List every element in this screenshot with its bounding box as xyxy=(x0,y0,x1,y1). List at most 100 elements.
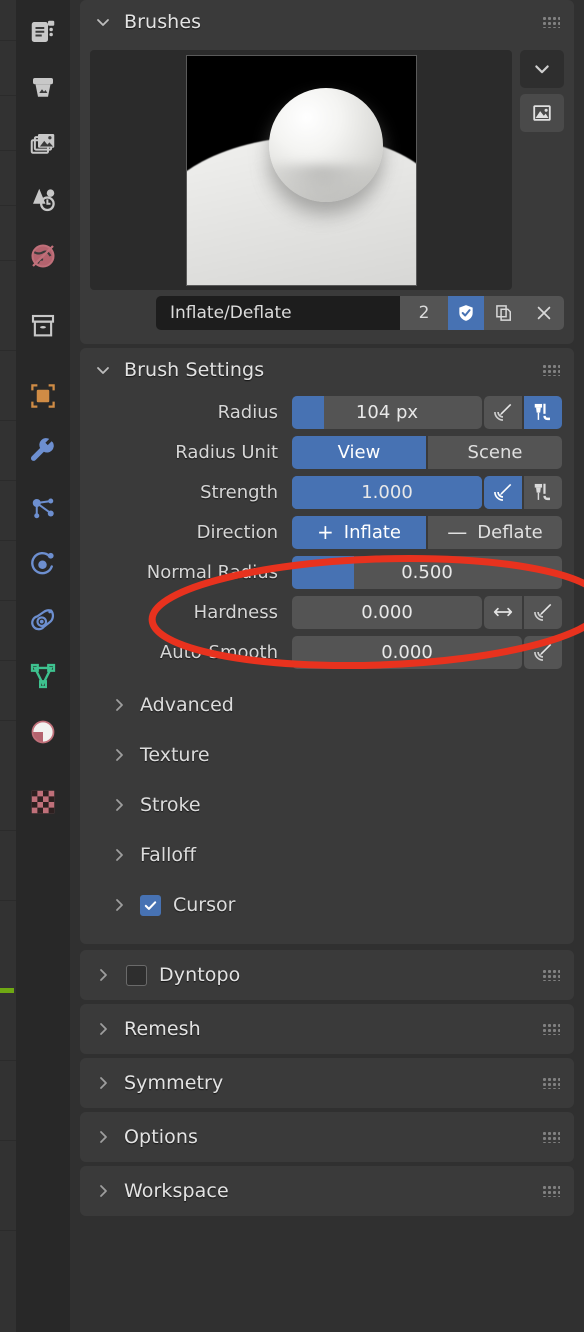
panel-remesh-header[interactable]: Remesh xyxy=(80,1004,574,1054)
hardness-value: 0.000 xyxy=(361,601,413,623)
arrows-horizontal-icon xyxy=(493,607,513,617)
auto-smooth-pressure-button[interactable] xyxy=(524,635,562,669)
sidebar-item-scene[interactable] xyxy=(16,228,70,284)
properties-tab-rail[interactable] xyxy=(16,0,70,1332)
hardness-pressure-button[interactable] xyxy=(524,595,562,629)
sidebar-item-modifier[interactable] xyxy=(16,424,70,480)
strength-slider[interactable]: 1.000 xyxy=(292,475,482,509)
direction-label: Direction xyxy=(196,521,278,543)
normal-radius-label: Normal Radius xyxy=(146,561,278,583)
brush-preview-side-buttons xyxy=(520,50,564,290)
radius-pressure-button[interactable] xyxy=(484,395,522,429)
normal-radius-slider[interactable]: 0.500 xyxy=(292,555,562,589)
sidebar-item-physics[interactable] xyxy=(16,536,70,592)
preview-image-button[interactable] xyxy=(520,94,564,132)
sidebar-item-object-data[interactable] xyxy=(16,648,70,704)
object-square-brackets-icon xyxy=(31,384,55,408)
panel-brushes-title: Brushes xyxy=(124,11,202,33)
strength-value: 1.000 xyxy=(361,481,413,503)
radius-slider[interactable]: 104 px xyxy=(292,395,482,429)
chevron-down-icon xyxy=(92,359,114,381)
sidebar-item-output[interactable] xyxy=(16,116,70,172)
subsection-falloff-label: Falloff xyxy=(140,844,197,866)
panel-brushes-header[interactable]: Brushes xyxy=(80,0,574,44)
panel-grip-icon[interactable] xyxy=(542,1023,560,1035)
panel-grip-icon[interactable] xyxy=(542,1185,560,1197)
sidebar-item-collection[interactable] xyxy=(16,298,70,354)
sidebar-item-material[interactable] xyxy=(16,704,70,760)
panel-grip-icon[interactable] xyxy=(542,16,560,28)
subsection-texture[interactable]: Texture xyxy=(80,730,574,780)
subsection-stroke[interactable]: Stroke xyxy=(80,780,574,830)
preview-dropdown-button[interactable] xyxy=(520,50,564,88)
texture-checker-icon xyxy=(31,790,55,814)
brush-id-row: Inflate/Deflate 2 xyxy=(156,296,564,330)
subsection-texture-label: Texture xyxy=(140,744,210,766)
chevron-right-icon xyxy=(92,1072,114,1094)
world-globe-icon xyxy=(31,244,55,268)
direction-inflate-label: Inflate xyxy=(343,521,401,543)
panel-grip-icon[interactable] xyxy=(542,969,560,981)
brush-preview-row xyxy=(80,44,574,290)
panel-symmetry-title: Symmetry xyxy=(124,1072,224,1094)
panel-symmetry-header[interactable]: Symmetry xyxy=(80,1058,574,1108)
chevron-right-icon xyxy=(92,964,114,986)
hardness-distance-button[interactable] xyxy=(484,595,522,629)
subsection-cursor[interactable]: Cursor xyxy=(80,880,574,930)
panel-grip-icon[interactable] xyxy=(542,364,560,376)
chevron-right-icon xyxy=(108,794,130,816)
images-stack-icon xyxy=(30,134,55,154)
chevron-right-icon xyxy=(92,1180,114,1202)
unlink-brush-button[interactable] xyxy=(524,296,564,330)
subsection-advanced[interactable]: Advanced xyxy=(80,680,574,730)
strength-unified-button[interactable] xyxy=(524,475,562,509)
chevron-down-icon xyxy=(535,65,549,74)
strength-pressure-button[interactable] xyxy=(484,475,522,509)
brush-name-field[interactable]: Inflate/Deflate xyxy=(156,296,400,330)
radius-unit-pressure-button[interactable] xyxy=(524,395,562,429)
strength-label: Strength xyxy=(200,481,278,503)
copy-icon xyxy=(496,305,511,321)
direction-deflate-label: Deflate xyxy=(477,521,543,543)
panel-grip-icon[interactable] xyxy=(542,1131,560,1143)
chevron-right-icon xyxy=(92,1126,114,1148)
panel-grip-icon[interactable] xyxy=(542,1077,560,1089)
plus-icon: + xyxy=(317,520,334,544)
radius-unit-scene-button[interactable]: Scene xyxy=(428,435,562,469)
row-radius: Radius 104 px xyxy=(92,394,562,430)
panel-brushes: Brushes Inflate/Deflate 2 xyxy=(80,0,574,344)
edge-marker-green xyxy=(0,988,14,993)
panel-dyntopo-header[interactable]: Dyntopo xyxy=(80,950,574,1000)
direction-deflate-button[interactable]: — Deflate xyxy=(428,515,562,549)
chevron-right-icon xyxy=(108,844,130,866)
sidebar-item-render[interactable] xyxy=(16,60,70,116)
sidebar-item-particles[interactable] xyxy=(16,480,70,536)
subsection-falloff[interactable]: Falloff xyxy=(80,830,574,880)
dyntopo-checkbox[interactable] xyxy=(126,964,147,986)
panel-brush-settings-header[interactable]: Brush Settings xyxy=(80,348,574,392)
panel-options-header[interactable]: Options xyxy=(80,1112,574,1162)
hardness-slider[interactable]: 0.000 xyxy=(292,595,482,629)
radius-label: Radius xyxy=(217,401,278,423)
cursor-checkbox[interactable] xyxy=(140,894,161,916)
sidebar-item-object[interactable] xyxy=(16,368,70,424)
auto-smooth-slider[interactable]: 0.000 xyxy=(292,635,522,669)
fake-user-shield-button[interactable] xyxy=(448,296,484,330)
brush-preview[interactable] xyxy=(90,50,512,290)
sidebar-item-texture[interactable] xyxy=(16,774,70,830)
image-icon xyxy=(533,105,551,121)
panel-workspace-header[interactable]: Workspace xyxy=(80,1166,574,1216)
duplicate-brush-button[interactable] xyxy=(484,296,524,330)
direction-inflate-button[interactable]: + Inflate xyxy=(292,515,426,549)
sidebar-item-constraints[interactable] xyxy=(16,592,70,648)
sidebar-item-tool[interactable] xyxy=(16,4,70,60)
sidebar-item-view-layer[interactable] xyxy=(16,172,70,228)
panel-brush-settings: Brush Settings Radius 104 px Radius Unit… xyxy=(80,348,574,944)
rail-divider-3 xyxy=(16,760,70,774)
material-sphere-icon xyxy=(31,720,55,744)
radius-unit-view-button[interactable]: View xyxy=(292,435,426,469)
brush-users-count[interactable]: 2 xyxy=(400,296,448,330)
normal-radius-value: 0.500 xyxy=(401,561,453,583)
hardness-label: Hardness xyxy=(193,601,278,623)
subsection-cursor-label: Cursor xyxy=(173,894,236,916)
